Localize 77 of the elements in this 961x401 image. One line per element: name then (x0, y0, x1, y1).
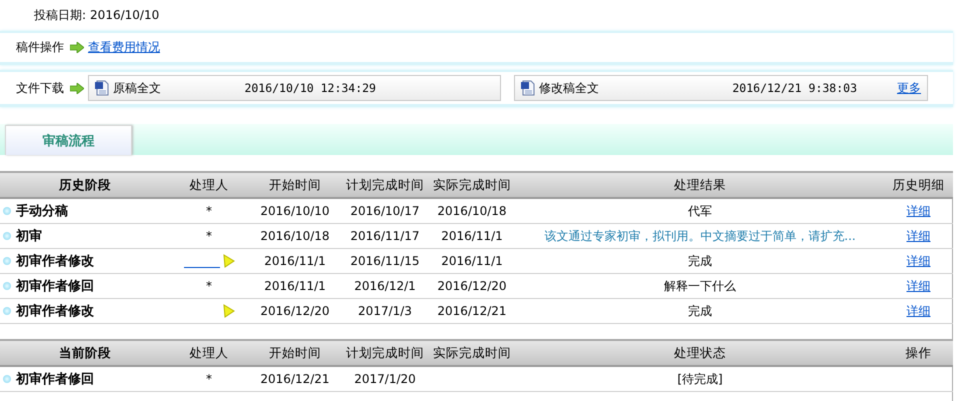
stage-name: 初审 (16, 229, 42, 244)
detail-link[interactable]: 详细 (906, 254, 930, 268)
bullet-icon (3, 207, 11, 216)
table-cell: 2016/12/21 (428, 298, 516, 324)
table-cell: 2016/12/20 (428, 274, 516, 298)
column-header: 处理人 (170, 172, 248, 198)
actions-label: 稿件操作 (16, 39, 64, 56)
fee-link[interactable]: 查看费用情况 (88, 39, 160, 56)
document-icon (94, 80, 109, 96)
detail-link[interactable]: 详细 (906, 304, 930, 318)
column-header: 实际完成时间 (428, 340, 516, 366)
stage-name: 初审作者修改 (16, 304, 94, 319)
column-header: 历史阶段 (0, 172, 170, 198)
file-name: 原稿全文 (113, 80, 161, 96)
column-header: 历史明细 (884, 172, 953, 198)
column-header: 计划完成时间 (342, 172, 428, 198)
date-label: 投稿日期: (34, 6, 86, 24)
column-header: 实际完成时间 (428, 172, 516, 198)
detail-link[interactable]: 详细 (906, 204, 930, 218)
table-cell: 2017/1/3 (342, 298, 428, 324)
bullet-icon (3, 232, 11, 240)
table-cell: 2016/11/1 (428, 224, 516, 248)
pointer-icon (222, 304, 234, 318)
handler-text: * (206, 372, 212, 386)
table-cell: 2016/11/1 (248, 248, 342, 274)
file-time: 2016/10/10 12:34:29 (244, 81, 376, 95)
result-cell: 该文通过专家初审，拟刊用。中文摘要过于简单，请扩充... (516, 224, 884, 248)
column-header: 开始时间 (248, 172, 342, 198)
column-header: 开始时间 (248, 340, 342, 366)
detail-link[interactable]: 详细 (906, 228, 930, 242)
result-cell: 代军 (516, 198, 884, 224)
table-cell: 2016/11/15 (342, 248, 428, 274)
detail-link[interactable]: 详细 (906, 278, 930, 292)
bullet-icon (3, 282, 11, 290)
file-time: 2016/12/21 9:38:03 (732, 81, 857, 95)
bullet-icon (3, 307, 11, 316)
column-header: 处理结果 (516, 172, 884, 198)
column-header: 计划完成时间 (342, 340, 428, 366)
table-cell: 2016/11/1 (248, 274, 342, 298)
table-cell: 2016/12/21 (248, 366, 342, 392)
date-value: 2016/10/10 (90, 8, 160, 22)
pointer-icon (222, 254, 234, 268)
table-cell: 2016/10/18 (428, 198, 516, 224)
stage-name: 初审作者修回 (16, 372, 94, 387)
stage-name: 初审作者修回 (16, 279, 94, 294)
arrow-icon (70, 82, 84, 94)
table-cell: 2016/10/17 (342, 198, 428, 224)
column-header: 操作 (884, 340, 953, 366)
result-cell: 完成 (516, 298, 884, 324)
handler-text: * (206, 279, 212, 293)
bullet-icon (3, 375, 11, 384)
more-link[interactable]: 更多 (897, 80, 921, 96)
column-header: 当前阶段 (0, 340, 170, 366)
file-entry[interactable]: 修改稿全文 2016/12/21 9:38:03 更多 (514, 75, 928, 101)
downloads-label: 文件下载 (16, 80, 64, 96)
table-cell: 2016/12/1 (342, 274, 428, 298)
status-cell: [待完成] (516, 366, 884, 392)
stage-name: 初审作者修改 (16, 254, 94, 269)
file-entry[interactable]: 原稿全文 2016/10/10 12:34:29 (88, 75, 501, 101)
file-name: 修改稿全文 (539, 80, 599, 96)
table-cell: 2016/12/20 (248, 298, 342, 324)
table-cell: 2017/1/20 (342, 366, 428, 392)
table-cell: 2016/10/10 (248, 198, 342, 224)
result-cell: 完成 (516, 248, 884, 274)
handler-text: * (206, 204, 212, 218)
document-icon (520, 80, 535, 96)
table-cell: 2016/11/17 (342, 224, 428, 248)
arrow-icon (70, 42, 84, 53)
tab[interactable]: 审稿流程 (5, 125, 132, 155)
handler-text: * (206, 229, 212, 243)
bullet-icon (3, 257, 11, 266)
stage-name: 手动分稿 (16, 204, 68, 219)
table-cell: 2016/10/18 (248, 224, 342, 248)
table-cell: 2016/11/1 (428, 248, 516, 274)
column-header: 处理状态 (516, 340, 884, 366)
column-header: 处理人 (170, 340, 248, 366)
result-cell: 解释一下什么 (516, 274, 884, 298)
